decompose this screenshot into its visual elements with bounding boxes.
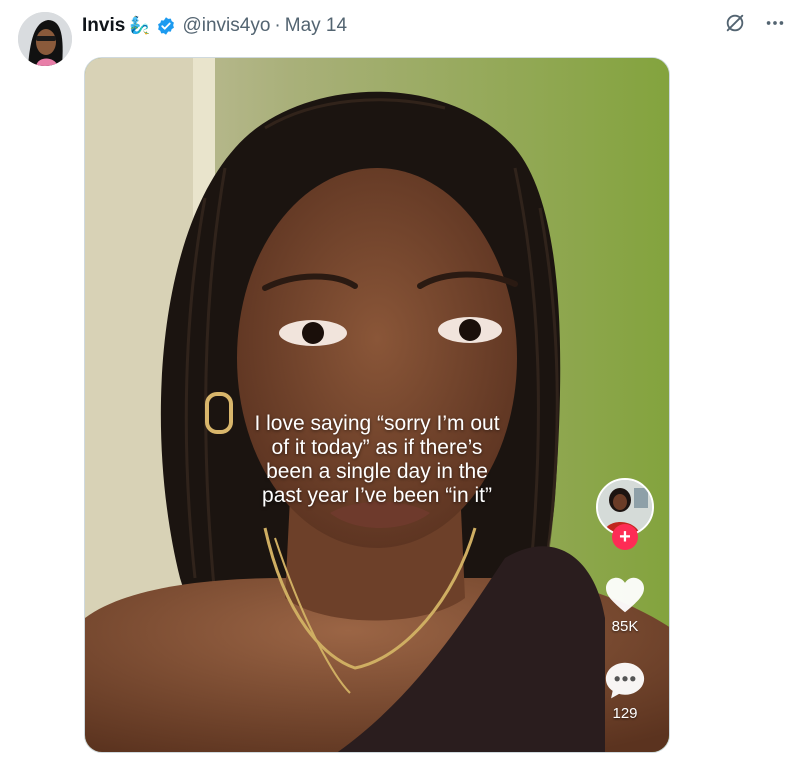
author-emoji: 🧞‍♂️ — [129, 16, 151, 35]
caption-line: been a single day in the — [266, 460, 488, 483]
caption-line: of it today” as if there’s — [271, 436, 483, 459]
video-frame-image — [85, 58, 669, 752]
more-icon[interactable] — [764, 12, 786, 34]
verified-badge-icon — [156, 16, 176, 36]
comment-action[interactable]: 129 — [604, 661, 646, 722]
caption-line: I love saying “sorry I’m out — [254, 412, 500, 435]
separator-dot: · — [274, 15, 281, 36]
follow-button[interactable]: + — [612, 524, 638, 550]
comment-count: 129 — [612, 705, 638, 722]
author-name[interactable]: Invis — [82, 15, 125, 37]
video-media[interactable]: I love saying “sorry I’m out of it today… — [84, 57, 670, 753]
post-date[interactable]: May 14 — [285, 15, 347, 37]
video-caption-overlay: I love saying “sorry I’m out of it today… — [85, 412, 669, 508]
post-header: Invis 🧞‍♂️ @invis4yo · May 14 — [82, 13, 347, 39]
like-action[interactable]: 85K — [604, 576, 646, 635]
like-count: 85K — [611, 618, 639, 635]
video-action-rail: + 85K 129 — [593, 478, 657, 722]
post-actions-top — [724, 12, 786, 34]
grok-icon[interactable] — [724, 12, 746, 34]
author-avatar[interactable] — [18, 12, 72, 66]
avatar-illustration — [18, 12, 72, 66]
caption-line: past year I’ve been “in it” — [262, 484, 492, 507]
heart-icon[interactable] — [604, 576, 646, 614]
author-handle[interactable]: @invis4yo — [182, 15, 270, 37]
comment-icon[interactable] — [604, 661, 646, 701]
